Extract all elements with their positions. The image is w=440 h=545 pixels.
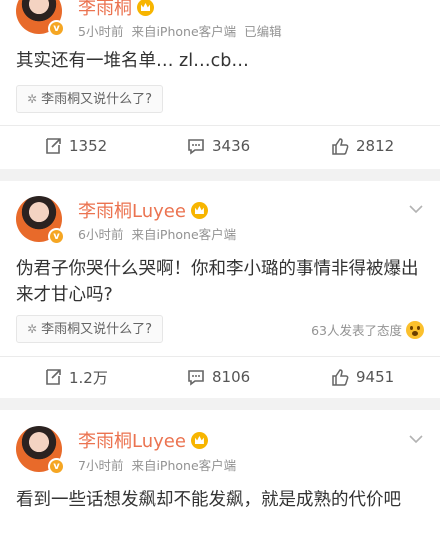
- post-text: 其实还有一堆名单… zl…cb…: [16, 51, 249, 71]
- comment-icon: [188, 370, 204, 386]
- weibo-post-2: v 李雨桐Luyee 6小时前 来自iPhone客户端 伪君子你哭什么哭啊！你和李…: [0, 181, 440, 398]
- topic-label: 李雨桐又说什么了?: [41, 322, 152, 337]
- attitude-count: 63人发表了态度: [311, 323, 402, 338]
- post-text: 看到一些话想发飙却不能发飙，就是成熟的代价吧: [16, 490, 401, 510]
- like-button[interactable]: 9451: [331, 357, 394, 397]
- repost-button[interactable]: 1352: [44, 126, 107, 166]
- post-source: 来自iPhone客户端: [131, 227, 237, 242]
- repost-count: 1352: [69, 137, 108, 155]
- action-bar: 1352 3436 2812: [0, 126, 440, 166]
- comment-button[interactable]: 3436: [187, 126, 250, 166]
- post-time[interactable]: 6小时前: [78, 227, 123, 242]
- vip-badge: v: [48, 20, 65, 37]
- repost-icon: [46, 369, 61, 385]
- chevron-down-icon[interactable]: [408, 201, 424, 217]
- like-icon: [332, 369, 349, 386]
- author-name[interactable]: 李雨桐: [78, 0, 154, 20]
- weibo-post-3: v 李雨桐Luyee 7小时前 来自iPhone客户端 看到一些话想发飙却不能发飙…: [0, 410, 440, 545]
- like-count: 9451: [356, 368, 395, 386]
- comment-count: 8106: [212, 368, 251, 386]
- repost-icon: [46, 138, 61, 154]
- topic-icon: ✲: [27, 322, 38, 336]
- avatar[interactable]: v: [16, 0, 65, 37]
- post-meta: 6小时前 来自iPhone客户端: [78, 224, 236, 243]
- comment-button[interactable]: 8106: [187, 357, 250, 397]
- topic-icon: ✲: [27, 92, 38, 106]
- chevron-down-icon[interactable]: [408, 431, 424, 447]
- author-name[interactable]: 李雨桐Luyee: [78, 427, 208, 453]
- post-source: 来自iPhone客户端: [131, 24, 237, 39]
- topic-label: 李雨桐又说什么了?: [41, 92, 152, 107]
- vip-badge: v: [48, 458, 65, 475]
- post-source: 来自iPhone客户端: [131, 458, 237, 473]
- edited-label: 已编辑: [244, 24, 282, 39]
- surprised-emoji-icon: [406, 321, 424, 339]
- repost-button[interactable]: 1.2万: [44, 357, 108, 397]
- comment-count: 3436: [212, 137, 251, 155]
- crown-icon: [190, 432, 208, 449]
- author-name[interactable]: 李雨桐Luyee: [78, 197, 208, 223]
- crown-icon: [137, 0, 154, 16]
- post-meta: 7小时前 来自iPhone客户端: [78, 455, 236, 474]
- avatar[interactable]: v: [16, 196, 65, 245]
- topic-tag[interactable]: ✲ 李雨桐又说什么了?: [16, 85, 163, 113]
- weibo-post-1: v 李雨桐 5小时前 来自iPhone客户端 已编辑 其实还有一堆名单… zl…cb…: [0, 0, 440, 169]
- avatar[interactable]: v: [16, 426, 65, 475]
- vip-badge: v: [48, 228, 65, 245]
- post-meta: 5小时前 来自iPhone客户端 已编辑: [78, 21, 282, 40]
- post-text: 伪君子你哭什么哭啊！你和李小璐的事情非得被爆出来才甘心吗?: [16, 259, 419, 305]
- post-time[interactable]: 5小时前: [78, 24, 123, 39]
- action-bar: 1.2万 8106 9451: [0, 357, 440, 397]
- author-name-text: 李雨桐Luyee: [78, 201, 186, 222]
- attitude-summary[interactable]: 63人发表了态度: [311, 320, 424, 339]
- repost-count: 1.2万: [69, 368, 108, 387]
- comment-icon: [188, 139, 204, 155]
- like-icon: [332, 138, 349, 155]
- author-name-text: 李雨桐Luyee: [78, 431, 186, 452]
- crown-icon: [190, 202, 208, 219]
- post-time[interactable]: 7小时前: [78, 458, 123, 473]
- like-count: 2812: [356, 137, 395, 155]
- like-button[interactable]: 2812: [331, 126, 394, 166]
- topic-tag[interactable]: ✲ 李雨桐又说什么了?: [16, 315, 163, 343]
